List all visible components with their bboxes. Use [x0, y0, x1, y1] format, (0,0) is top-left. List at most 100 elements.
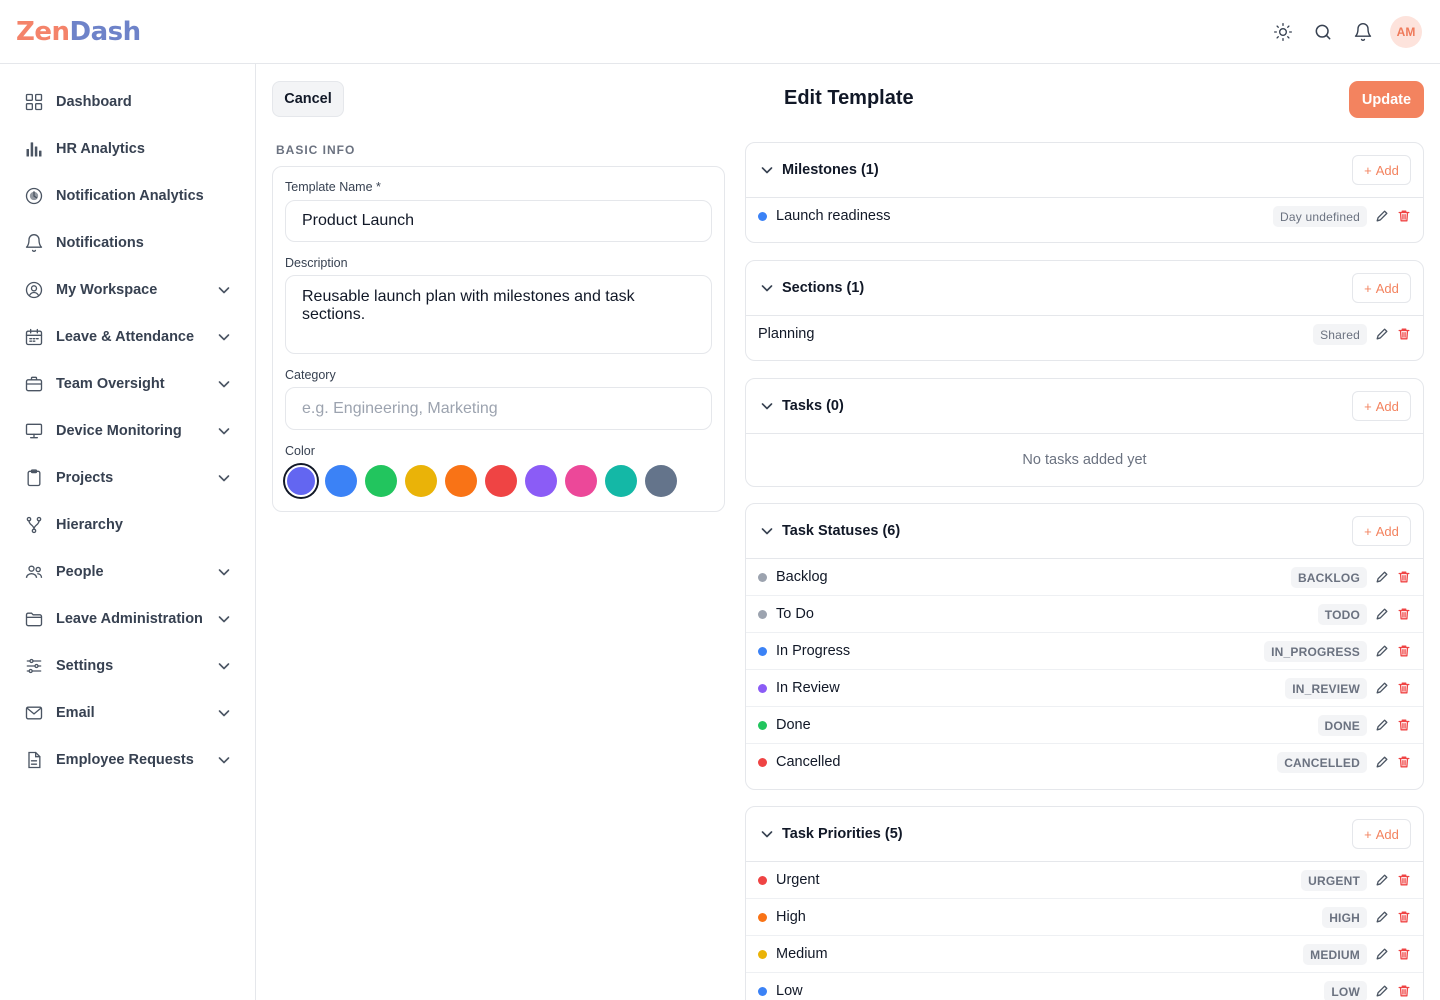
sidebar-item-employee-requests[interactable]: Employee Requests — [12, 740, 244, 780]
chevron-down-icon[interactable] — [216, 470, 232, 486]
zendash-logo[interactable]: Zen Dash — [16, 14, 141, 50]
edit-icon[interactable] — [1375, 644, 1389, 658]
add-task-button[interactable]: + Add — [1352, 391, 1411, 421]
color-swatch[interactable] — [525, 465, 557, 497]
add-label: Add — [1375, 398, 1399, 414]
milestones-header[interactable]: Milestones (1) + Add — [746, 143, 1423, 198]
add-priority-button[interactable]: + Add — [1352, 819, 1411, 849]
sidebar-item-projects[interactable]: Projects — [12, 458, 244, 498]
sidebar-item-people[interactable]: People — [12, 552, 244, 592]
description-textarea[interactable]: Reusable launch plan with milestones and… — [285, 275, 712, 354]
chevron-down-icon[interactable] — [759, 523, 775, 539]
edit-icon[interactable] — [1375, 718, 1389, 732]
trash-icon[interactable] — [1397, 209, 1411, 223]
sidebar-item-dashboard[interactable]: Dashboard — [12, 82, 244, 122]
chevron-down-icon[interactable] — [216, 705, 232, 721]
add-label: Add — [1375, 523, 1399, 539]
update-button[interactable]: Update — [1349, 81, 1424, 118]
chevron-down-icon[interactable] — [759, 826, 775, 842]
sections-header[interactable]: Sections (1) + Add — [746, 261, 1423, 316]
edit-icon[interactable] — [1375, 570, 1389, 584]
item-badge: TODO — [1317, 604, 1367, 625]
sidebar-item-my-workspace[interactable]: My Workspace — [12, 270, 244, 310]
trash-icon[interactable] — [1397, 755, 1411, 769]
task-statuses-header[interactable]: Task Statuses (6) + Add — [746, 504, 1423, 559]
chevron-down-icon[interactable] — [216, 282, 232, 298]
sidebar-item-label: Device Monitoring — [56, 423, 182, 439]
edit-icon[interactable] — [1375, 607, 1389, 621]
edit-icon[interactable] — [1375, 910, 1389, 924]
edit-icon[interactable] — [1375, 755, 1389, 769]
trash-icon[interactable] — [1397, 570, 1411, 584]
chevron-down-icon[interactable] — [216, 423, 232, 439]
edit-icon[interactable] — [1375, 327, 1389, 341]
sidebar-item-label: My Workspace — [56, 282, 158, 298]
task-priorities-header[interactable]: Task Priorities (5) + Add — [746, 807, 1423, 862]
document-icon — [24, 750, 44, 770]
list-item: Cancelled CANCELLED — [746, 744, 1423, 781]
color-swatch[interactable] — [365, 465, 397, 497]
sidebar-item-label: Notification Analytics — [56, 188, 204, 204]
trash-icon[interactable] — [1397, 681, 1411, 695]
trash-icon[interactable] — [1397, 984, 1411, 998]
trash-icon[interactable] — [1397, 718, 1411, 732]
sidebar-item-notification-analytics[interactable]: Notification Analytics — [12, 176, 244, 216]
edit-icon[interactable] — [1375, 947, 1389, 961]
search-icon[interactable] — [1308, 17, 1338, 47]
user-avatar[interactable]: AM — [1390, 16, 1422, 48]
color-swatch[interactable] — [485, 465, 517, 497]
color-swatch[interactable] — [445, 465, 477, 497]
color-swatch[interactable] — [285, 465, 317, 497]
template-name-input[interactable]: Product Launch — [285, 200, 712, 242]
color-swatch[interactable] — [405, 465, 437, 497]
edit-icon[interactable] — [1375, 209, 1389, 223]
trash-icon[interactable] — [1397, 873, 1411, 887]
trash-icon[interactable] — [1397, 644, 1411, 658]
color-swatch[interactable] — [325, 465, 357, 497]
trash-icon[interactable] — [1397, 607, 1411, 621]
sidebar-item-leave-attendance[interactable]: Leave & Attendance — [12, 317, 244, 357]
chevron-down-icon[interactable] — [759, 280, 775, 296]
add-section-button[interactable]: + Add — [1352, 273, 1411, 303]
sidebar-item-notifications[interactable]: Notifications — [12, 223, 244, 263]
color-swatch[interactable] — [565, 465, 597, 497]
chevron-down-icon[interactable] — [216, 658, 232, 674]
cancel-button[interactable]: Cancel — [272, 81, 344, 117]
trash-icon[interactable] — [1397, 327, 1411, 341]
chevron-down-icon[interactable] — [759, 398, 775, 414]
sidebar-item-settings[interactable]: Settings — [12, 646, 244, 686]
sun-icon[interactable] — [1268, 17, 1298, 47]
sidebar-item-team-oversight[interactable]: Team Oversight — [12, 364, 244, 404]
task-priorities-title: Task Priorities (5) — [782, 826, 903, 842]
trash-icon[interactable] — [1397, 910, 1411, 924]
sidebar-item-email[interactable]: Email — [12, 693, 244, 733]
list-item: Urgent URGENT — [746, 862, 1423, 899]
category-input[interactable]: e.g. Engineering, Marketing — [285, 387, 712, 430]
task-statuses-title: Task Statuses (6) — [782, 523, 901, 539]
add-status-button[interactable]: + Add — [1352, 516, 1411, 546]
edit-icon[interactable] — [1375, 984, 1389, 998]
chevron-down-icon[interactable] — [216, 329, 232, 345]
trash-icon[interactable] — [1397, 947, 1411, 961]
chevron-down-icon[interactable] — [216, 752, 232, 768]
bell-icon — [24, 233, 44, 253]
add-milestone-button[interactable]: + Add — [1352, 155, 1411, 185]
color-swatch[interactable] — [645, 465, 677, 497]
tasks-header[interactable]: Tasks (0) + Add — [746, 379, 1423, 434]
chevron-down-icon[interactable] — [216, 376, 232, 392]
sidebar-item-label: Projects — [56, 470, 114, 486]
sidebar-item-hr-analytics[interactable]: HR Analytics — [12, 129, 244, 169]
chevron-down-icon[interactable] — [216, 564, 232, 580]
sidebar-item-leave-administration[interactable]: Leave Administration — [12, 599, 244, 639]
sidebar-item-device-monitoring[interactable]: Device Monitoring — [12, 411, 244, 451]
logo-part-1: Zen — [16, 17, 70, 47]
sidebar-item-hierarchy[interactable]: Hierarchy — [12, 505, 244, 545]
edit-icon[interactable] — [1375, 873, 1389, 887]
bell-icon[interactable] — [1348, 17, 1378, 47]
color-dot — [758, 212, 767, 221]
item-badge: Shared — [1313, 324, 1367, 345]
chevron-down-icon[interactable] — [216, 611, 232, 627]
chevron-down-icon[interactable] — [759, 162, 775, 178]
edit-icon[interactable] — [1375, 681, 1389, 695]
color-swatch[interactable] — [605, 465, 637, 497]
